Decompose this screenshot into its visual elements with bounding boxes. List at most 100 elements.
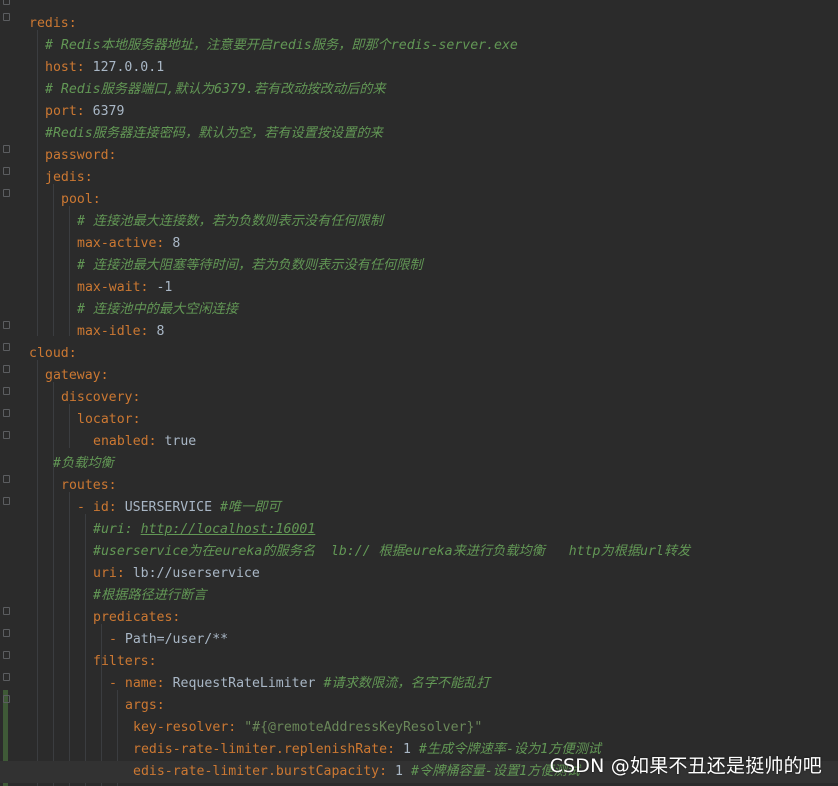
yaml-editor[interactable]: redis: # Redis本地服务器地址，注意要开启redis服务，即那个red… — [0, 0, 838, 783]
fold-marker-icon[interactable] — [3, 409, 10, 417]
fold-marker-icon[interactable] — [3, 387, 10, 395]
code-line[interactable]: args: — [29, 695, 838, 717]
code-line[interactable]: predicates: — [29, 607, 838, 629]
yaml-key: args — [125, 698, 157, 713]
yaml-colon: : — [92, 192, 101, 207]
yaml-value: 8 — [156, 324, 165, 339]
yaml-colon: : — [76, 60, 85, 75]
code-line[interactable]: key-resolver: "#{@remoteAddressKeyResolv… — [29, 717, 838, 739]
yaml-space — [85, 60, 93, 75]
yaml-value: Path=/user/** — [124, 632, 229, 647]
yaml-colon: : — [387, 742, 396, 757]
yaml-key: max-idle — [77, 324, 141, 339]
fold-marker-icon[interactable] — [3, 673, 10, 681]
fold-marker-icon[interactable] — [3, 651, 10, 659]
yaml-colon: : — [379, 764, 388, 779]
fold-marker-icon[interactable] — [3, 189, 10, 197]
code-line[interactable]: #uri: http://localhost:16001 — [29, 519, 838, 541]
code-line[interactable]: cloud: — [29, 343, 838, 365]
code-line[interactable]: #根据路径进行断言 — [29, 585, 838, 607]
fold-marker-icon[interactable] — [3, 167, 10, 175]
csdn-watermark: CSDN @如果不丑还是挺帅的吧 — [549, 755, 822, 777]
yaml-key: max-active — [77, 236, 157, 251]
yaml-space — [117, 500, 125, 515]
code-line[interactable]: redis: — [29, 13, 838, 35]
code-line[interactable]: jedis: — [29, 167, 838, 189]
yaml-space — [85, 104, 93, 119]
yaml-value: -1 — [156, 280, 173, 295]
code-line[interactable]: port: 6379 — [29, 101, 838, 123]
yaml-key: jedis — [45, 170, 85, 185]
fold-marker-icon[interactable] — [3, 0, 10, 5]
url-link[interactable]: http://localhost:16001 — [141, 522, 316, 537]
code-line[interactable]: #Redis服务器连接密码，默认为空，若有设置按设置的来 — [29, 123, 838, 145]
code-line[interactable]: max-wait: -1 — [29, 277, 838, 299]
yaml-colon: : — [68, 16, 77, 31]
code-line[interactable]: password: — [29, 145, 838, 167]
yaml-key: discovery — [61, 390, 133, 405]
code-line[interactable]: # Redis服务器端口,默认为6379.若有改动按改动后的来 — [29, 79, 838, 101]
code-line[interactable]: # 连接池最大阻塞等待时间，若为负数则表示没有任何限制 — [29, 255, 838, 277]
fold-marker-icon[interactable] — [3, 13, 10, 21]
yaml-key: password — [45, 148, 109, 163]
yaml-string: "#{@remoteAddressKeyResolver}" — [244, 720, 483, 735]
yaml-colon: : — [100, 368, 109, 383]
yaml-value: USERSERVICE — [124, 500, 213, 515]
code-line[interactable]: # Redis本地服务器地址，注意要开启redis服务，即那个redis-ser… — [29, 35, 838, 57]
yaml-comment: # Redis本地服务器地址，注意要开启redis服务，即那个redis-ser… — [45, 38, 518, 53]
code-line[interactable]: - name: RequestRateLimiter #请求数限流，名字不能乱打 — [29, 673, 838, 695]
fold-marker-icon[interactable] — [3, 607, 10, 615]
code-line[interactable]: filters: — [29, 651, 838, 673]
yaml-comment: #根据路径进行断言 — [93, 588, 207, 603]
yaml-colon: : — [108, 478, 117, 493]
yaml-key: id — [92, 500, 109, 515]
yaml-colon: : — [116, 566, 125, 581]
yaml-key: host — [45, 60, 77, 75]
fold-marker-icon[interactable] — [3, 475, 10, 483]
code-line[interactable]: pool: — [29, 189, 838, 211]
code-line[interactable] — [29, 0, 838, 13]
fold-marker-icon[interactable] — [3, 431, 10, 439]
yaml-comment: # 连接池最大阻塞等待时间，若为负数则表示没有任何限制 — [77, 258, 423, 273]
code-line[interactable]: max-active: 8 — [29, 233, 838, 255]
code-line[interactable]: gateway: — [29, 365, 838, 387]
fold-marker-icon[interactable] — [3, 145, 10, 153]
yaml-key: routes — [61, 478, 109, 493]
code-line[interactable]: #userservice为在eureka的服务名 lb:// 根据eureka来… — [29, 541, 838, 563]
yaml-value: RequestRateLimiter — [172, 676, 316, 691]
code-line[interactable]: locator: — [29, 409, 838, 431]
yaml-space — [411, 742, 419, 757]
fold-marker-icon[interactable] — [3, 497, 10, 505]
code-line[interactable]: host: 127.0.0.1 — [29, 57, 838, 79]
code-line[interactable]: enabled: true — [29, 431, 838, 453]
yaml-colon: : — [132, 412, 141, 427]
code-line[interactable]: discovery: — [29, 387, 838, 409]
yaml-dash: - — [109, 632, 125, 647]
code-line[interactable]: #负载均衡 — [29, 453, 838, 475]
fold-marker-icon[interactable] — [3, 365, 10, 373]
yaml-colon: : — [156, 676, 165, 691]
yaml-colon: : — [76, 104, 85, 119]
yaml-space — [387, 764, 395, 779]
fold-marker-icon[interactable] — [3, 629, 10, 637]
code-line[interactable]: max-idle: 8 — [29, 321, 838, 343]
code-line[interactable]: routes: — [29, 475, 838, 497]
code-line[interactable]: - Path=/user/** — [29, 629, 838, 651]
code-line[interactable]: # 连接池中的最大空闲连接 — [29, 299, 838, 321]
code-line[interactable]: - id: USERSERVICE #唯一即可 — [29, 497, 838, 519]
yaml-dash: - — [109, 676, 125, 691]
fold-marker-icon[interactable] — [3, 321, 10, 329]
fold-marker-icon[interactable] — [3, 695, 10, 703]
fold-marker-icon[interactable] — [3, 343, 10, 351]
yaml-colon: : — [148, 654, 157, 669]
yaml-colon: : — [172, 610, 181, 625]
code-line[interactable]: uri: lb://userservice — [29, 563, 838, 585]
yaml-key: name — [124, 676, 157, 691]
yaml-comment: # 连接池最大连接数，若为负数则表示没有任何限制 — [77, 214, 384, 229]
yaml-key: cloud — [29, 346, 69, 361]
yaml-key: redis — [29, 16, 69, 31]
yaml-key: locator — [77, 412, 133, 427]
yaml-dash: - — [77, 500, 93, 515]
yaml-key: predicates — [93, 610, 173, 625]
code-line[interactable]: # 连接池最大连接数，若为负数则表示没有任何限制 — [29, 211, 838, 233]
